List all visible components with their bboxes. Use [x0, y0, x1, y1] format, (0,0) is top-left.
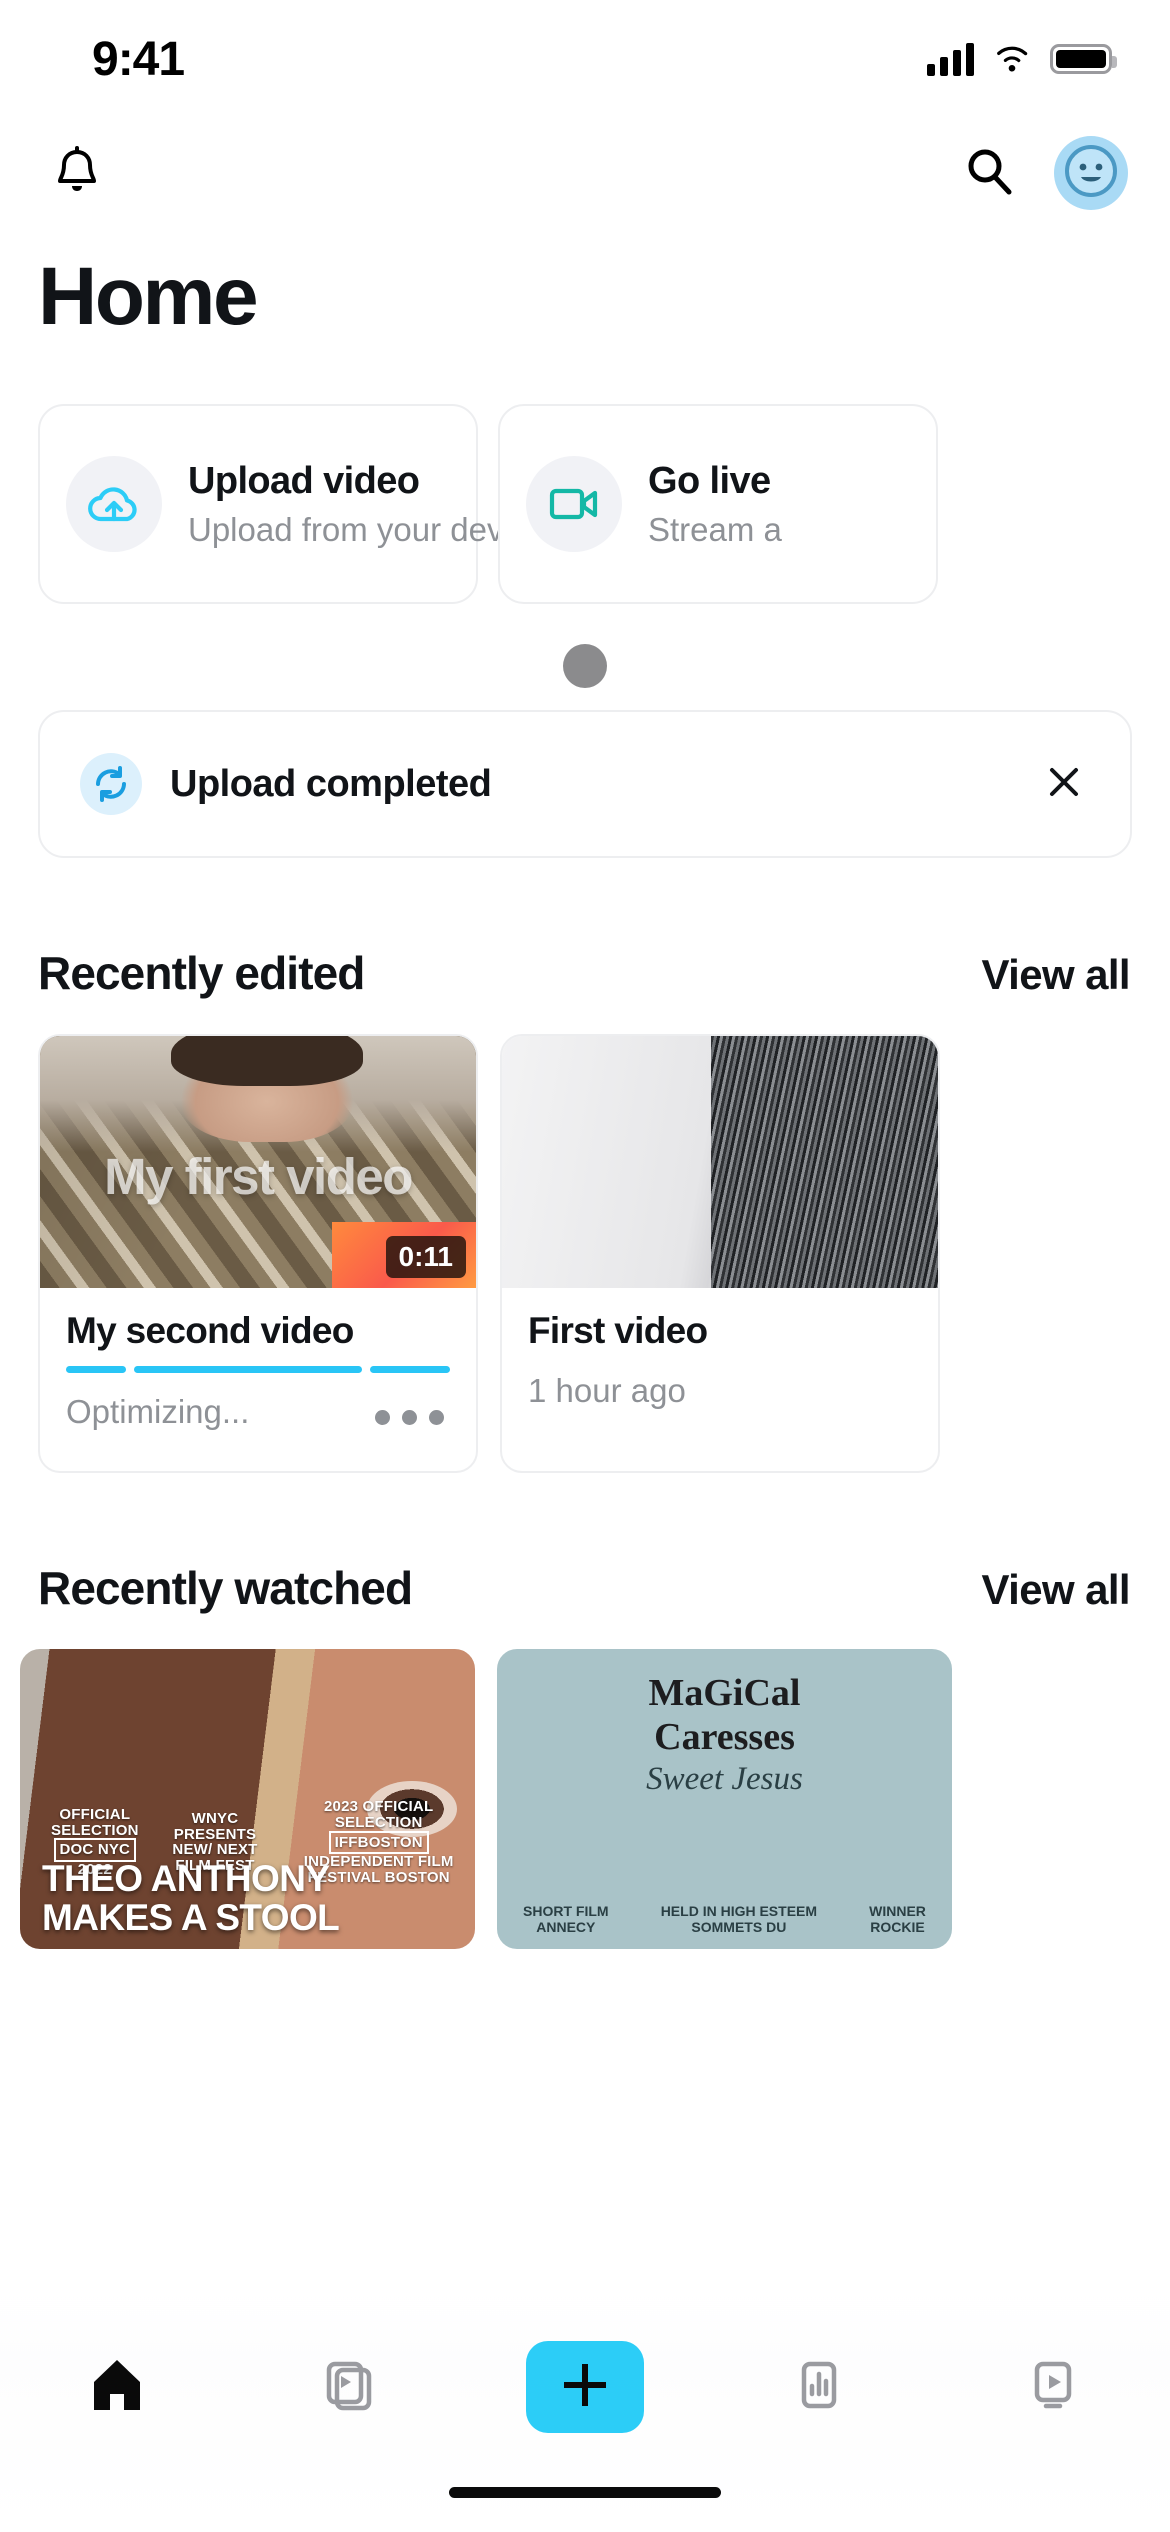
carousel-drag-handle-wrap	[0, 604, 1170, 702]
notifications-button[interactable]	[38, 134, 116, 212]
recently-watched-carousel[interactable]: OFFICIAL SELECTION DOC NYC 2022 WNYC PRE…	[0, 1615, 1170, 1949]
nav-item-watch[interactable]	[988, 2332, 1118, 2442]
video-library-icon	[320, 2356, 382, 2419]
status-bar: 9:41	[0, 0, 1170, 118]
go-live-subtitle: Stream a	[648, 511, 782, 549]
laurel-badge: WINNER ROCKIE	[869, 1904, 926, 1935]
go-live-text: Go live Stream a	[648, 460, 782, 549]
upload-progress-bar	[66, 1366, 450, 1373]
close-banner-button[interactable]	[1034, 754, 1094, 814]
sync-refresh-icon	[80, 753, 142, 815]
nav-item-home[interactable]	[52, 2332, 182, 2442]
recently-edited-view-all[interactable]: View all	[981, 951, 1130, 999]
search-icon	[962, 144, 1016, 203]
go-live-title: Go live	[648, 460, 782, 503]
poster-laurels: SHORT FILM ANNECY HELD IN HIGH ESTEEM SO…	[497, 1904, 952, 1935]
recently-watched-view-all[interactable]: View all	[981, 1566, 1130, 1614]
create-fab-button[interactable]	[526, 2341, 644, 2433]
video-status: 1 hour ago	[528, 1372, 912, 1410]
monitor-play-icon	[1024, 2356, 1082, 2419]
battery-full-icon	[1050, 44, 1112, 74]
video-card-my-second-video[interactable]: My first video 0:11 My second video Opti…	[38, 1034, 478, 1473]
cloud-upload-icon	[66, 456, 162, 552]
upload-video-subtitle: Upload from your device	[188, 511, 450, 549]
recently-watched-header: Recently watched View all	[0, 1473, 1170, 1615]
recently-edited-carousel[interactable]: My first video 0:11 My second video Opti…	[0, 1000, 1170, 1473]
more-horizontal-icon[interactable]	[375, 1410, 444, 1425]
upload-video-card[interactable]: Upload video Upload from your device	[38, 404, 478, 604]
upload-status-banner[interactable]: Upload completed	[38, 710, 1132, 858]
bell-icon	[51, 143, 103, 204]
video-card-body: My second video Optimizing...	[40, 1288, 476, 1471]
watched-card-magical-caresses[interactable]: MaGiCal Caresses Sweet Jesus SHORT FILM …	[497, 1649, 952, 1949]
video-camera-icon	[526, 456, 622, 552]
laurel-badge: HELD IN HIGH ESTEEM SOMMETS DU	[661, 1904, 817, 1935]
poster-title: MaGiCal Caresses	[497, 1671, 952, 1759]
cellular-bars-icon	[927, 42, 974, 76]
home-icon	[86, 2356, 148, 2419]
thumbnail-decor-hair	[171, 1036, 363, 1086]
video-title: First video	[528, 1310, 912, 1352]
top-nav-actions	[950, 134, 1128, 212]
page-title: Home	[0, 228, 1170, 338]
status-bar-clock: 9:41	[92, 32, 184, 87]
video-card-body: First video 1 hour ago	[502, 1288, 938, 1450]
close-icon	[1044, 762, 1084, 807]
nav-item-create[interactable]	[520, 2332, 650, 2442]
status-bar-icons	[927, 42, 1112, 76]
upload-video-text: Upload video Upload from your device	[188, 460, 450, 549]
go-live-card[interactable]: Go live Stream a	[498, 404, 938, 604]
video-thumbnail[interactable]	[502, 1036, 938, 1288]
recently-edited-header: Recently edited View all	[0, 858, 1170, 1000]
recently-edited-title: Recently edited	[38, 946, 365, 1000]
analytics-bars-icon	[790, 2356, 848, 2419]
recently-watched-title: Recently watched	[38, 1561, 412, 1615]
plus-icon	[562, 2362, 608, 2413]
thumbnail-image	[502, 1036, 938, 1288]
action-cards-carousel[interactable]: Upload video Upload from your device Go …	[0, 338, 1170, 604]
nav-item-library[interactable]	[286, 2332, 416, 2442]
avatar[interactable]	[1054, 136, 1128, 210]
video-thumbnail[interactable]: My first video 0:11	[40, 1036, 476, 1288]
top-nav	[0, 118, 1170, 228]
video-card-first-video[interactable]: First video 1 hour ago	[500, 1034, 940, 1473]
nav-item-analytics[interactable]	[754, 2332, 884, 2442]
video-title: My second video	[66, 1310, 450, 1352]
laurel-badge: SHORT FILM ANNECY	[523, 1904, 609, 1935]
carousel-drag-handle[interactable]	[563, 644, 607, 688]
video-duration-badge: 0:11	[386, 1236, 467, 1278]
wifi-icon	[992, 44, 1032, 74]
search-button[interactable]	[950, 134, 1028, 212]
watched-card-theo-anthony[interactable]: OFFICIAL SELECTION DOC NYC 2022 WNYC PRE…	[20, 1649, 475, 1949]
avatar-smiley-icon	[1062, 142, 1120, 205]
poster-title: THEO ANTHONY MAKES A STOOL	[42, 1859, 339, 1937]
home-indicator	[449, 2487, 721, 2498]
upload-video-title: Upload video	[188, 460, 450, 503]
thumbnail-overlay-text: My first video	[40, 1147, 476, 1206]
upload-status-text: Upload completed	[170, 763, 1034, 806]
poster-subtitle: Sweet Jesus	[497, 1761, 952, 1798]
